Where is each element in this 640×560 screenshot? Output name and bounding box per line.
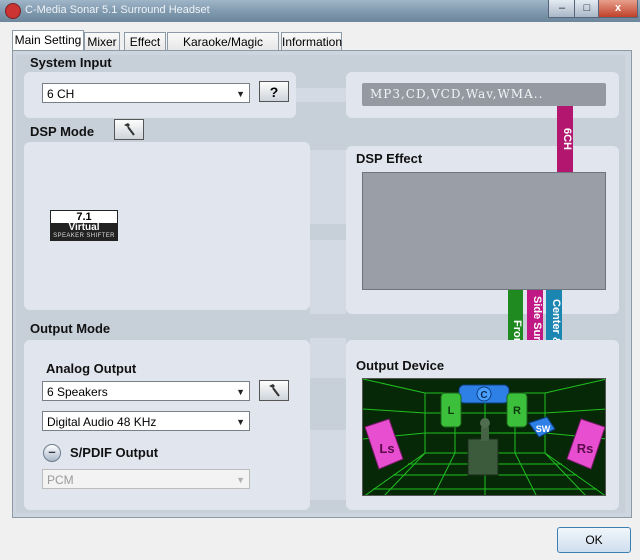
tab-information[interactable]: Information [281, 32, 342, 51]
spdif-output-label: S/PDIF Output [70, 445, 159, 460]
output-mode-settings-button[interactable] [259, 380, 289, 401]
spdif-format-value: PCM [47, 473, 74, 487]
speaker-rs-label: Rs [577, 441, 594, 456]
connector [310, 430, 346, 500]
system-input-label: System Input [30, 55, 112, 70]
dsp-effect-display [362, 172, 606, 290]
tab-effect[interactable]: Effect [124, 32, 166, 51]
dsp-mode-label: DSP Mode [30, 124, 95, 139]
logo-mid-text: Virtual [51, 223, 117, 233]
spdif-toggle-button[interactable]: – [43, 444, 61, 462]
minimize-button[interactable]: – [548, 0, 576, 18]
speaker-room-illustration: C L R SW Ls Rs [363, 379, 605, 495]
input-sources-display: MP3,CD,VCD,Wav,WMA.. [362, 83, 606, 106]
connector [296, 88, 348, 102]
system-input-select[interactable]: 6 CH ▼ [42, 83, 250, 103]
tab-main-setting[interactable]: Main Setting [12, 30, 84, 52]
help-button[interactable]: ? [259, 81, 289, 102]
window-title: C-Media Sonar 5.1 Surround Headset [25, 4, 210, 16]
connector [310, 150, 346, 224]
title-bar: C-Media Sonar 5.1 Surround Headset – □ x [0, 0, 640, 22]
spdif-format-select[interactable]: PCM ▼ [42, 469, 250, 489]
chevron-down-icon: ▼ [236, 475, 245, 485]
speaker-r-label: R [513, 405, 521, 417]
minus-icon: – [48, 444, 56, 459]
tab-karaoke-magic-voice[interactable]: Karaoke/Magic Voice [167, 32, 279, 67]
digital-audio-select[interactable]: Digital Audio 48 KHz ▼ [42, 411, 250, 431]
speakers-select[interactable]: 6 Speakers ▼ [42, 381, 250, 401]
system-input-value: 6 CH [47, 87, 75, 101]
output-device-display[interactable]: C L R SW Ls Rs [362, 378, 606, 496]
maximize-button[interactable]: □ [574, 0, 600, 18]
logo-bottom-text: SPEAKER SHIFTER [51, 233, 117, 240]
chevron-down-icon: ▼ [236, 89, 245, 99]
speaker-l-label: L [448, 405, 455, 417]
virtual-speaker-shifter-logo[interactable]: 7.1 Virtual SPEAKER SHIFTER [50, 210, 118, 241]
hammer-icon [124, 123, 135, 136]
dsp-mode-settings-button[interactable] [114, 119, 144, 140]
speaker-c-label: C [480, 390, 487, 401]
close-button[interactable]: x [598, 0, 638, 18]
analog-output-label: Analog Output [46, 361, 137, 376]
six-ch-strip: 6CH [557, 106, 573, 172]
output-device-label: Output Device [356, 358, 445, 373]
ok-button[interactable]: OK [557, 527, 631, 553]
output-mode-label: Output Mode [30, 321, 111, 336]
hammer-icon [269, 384, 280, 397]
chevron-down-icon: ▼ [236, 417, 245, 427]
chevron-down-icon: ▼ [236, 387, 245, 397]
app-icon [5, 3, 21, 19]
connector [310, 240, 346, 314]
speakers-value: 6 Speakers [47, 385, 108, 399]
dsp-effect-label: DSP Effect [356, 151, 423, 166]
connector [310, 338, 346, 378]
speaker-sw-label: SW [536, 424, 551, 434]
digital-audio-value: Digital Audio 48 KHz [47, 415, 157, 429]
tab-mixer[interactable]: Mixer [84, 32, 120, 51]
speaker-ls-label: Ls [379, 441, 394, 456]
